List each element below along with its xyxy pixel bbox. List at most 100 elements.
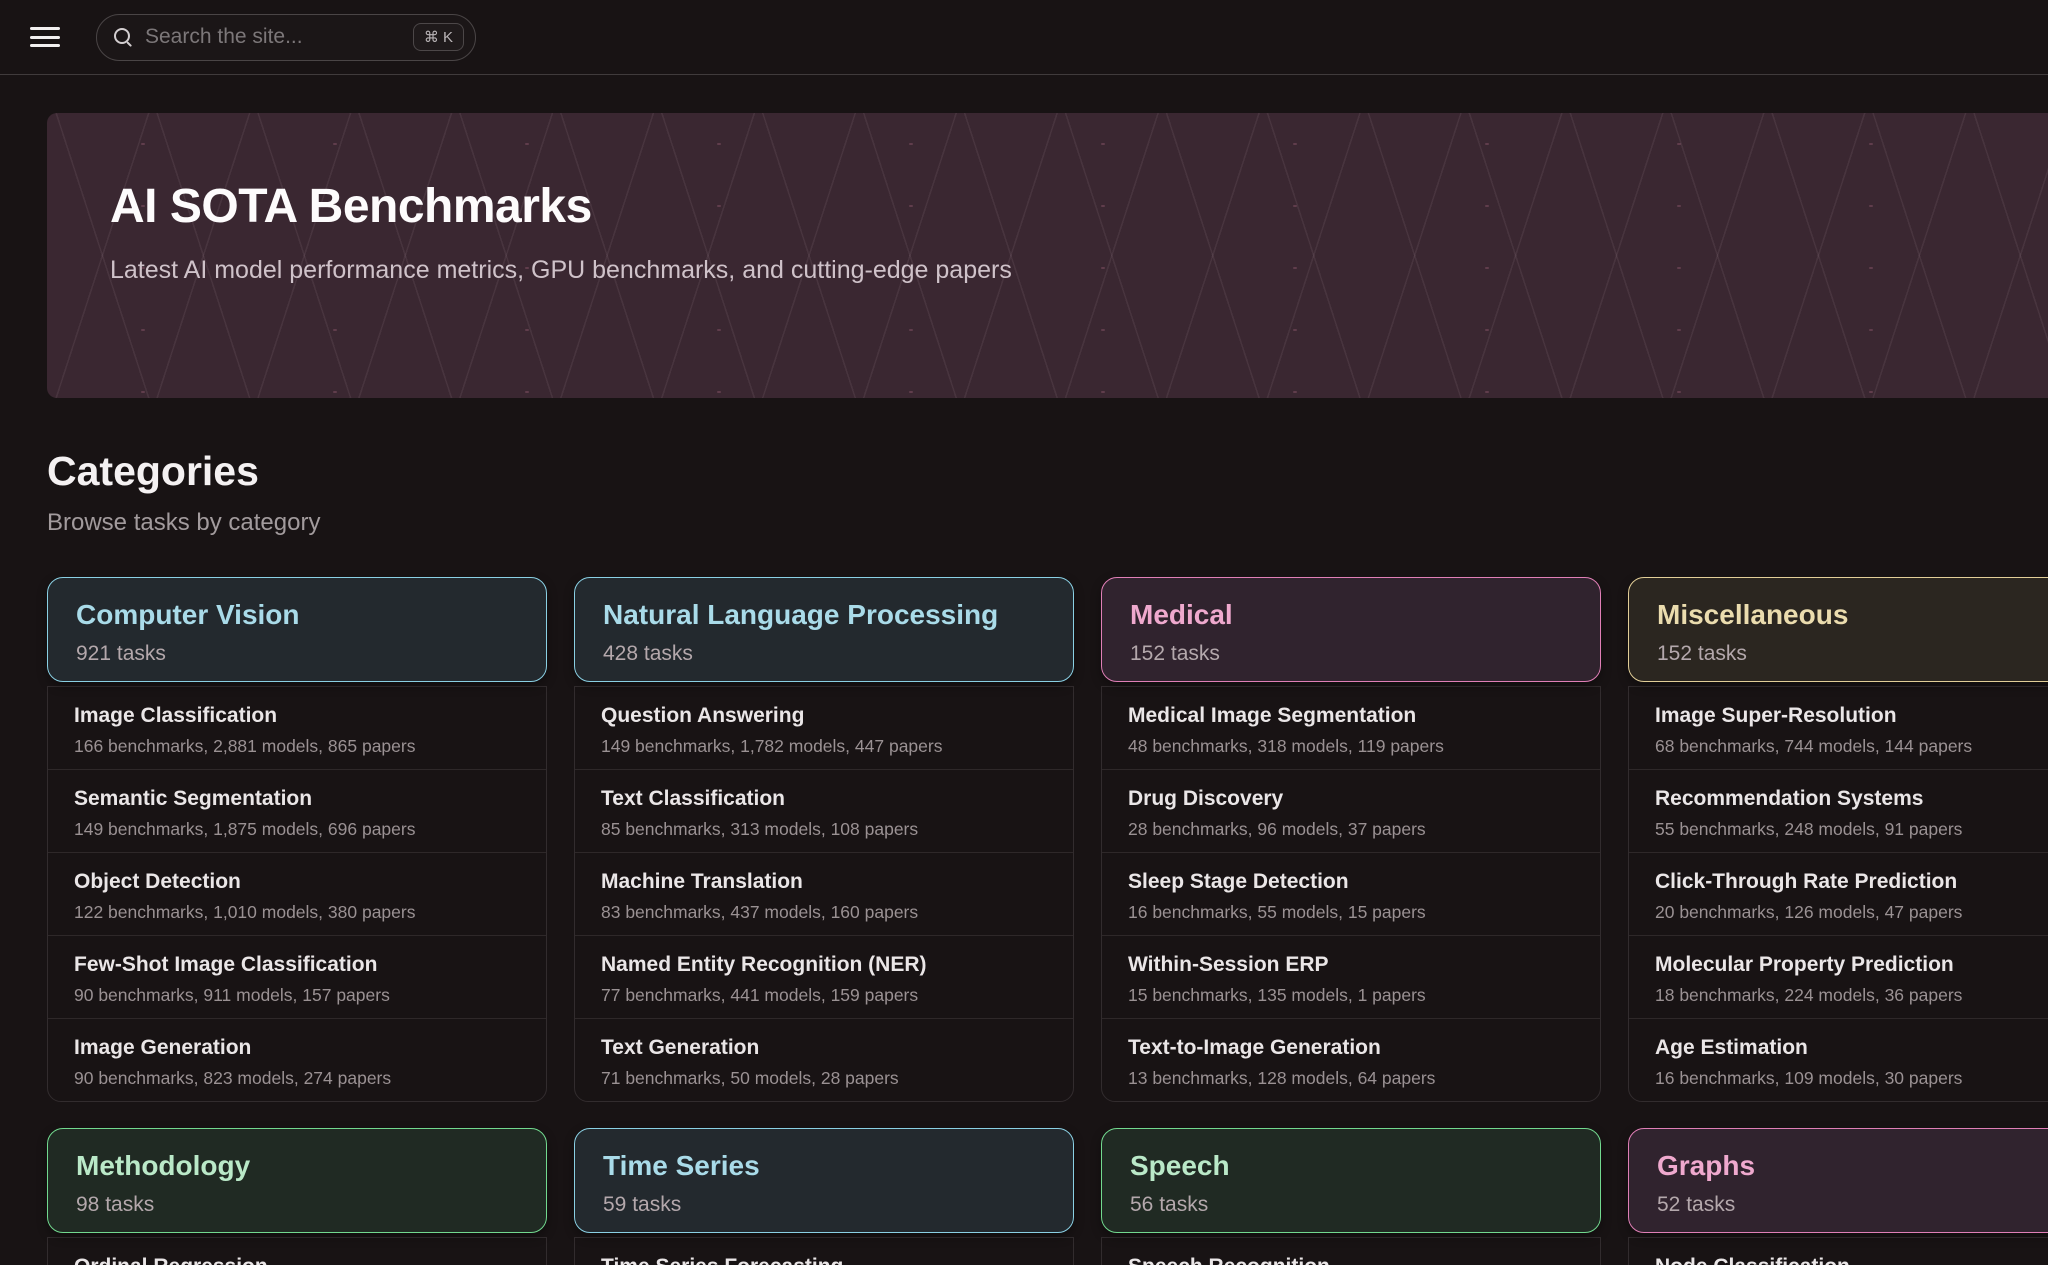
task-meta: 48 benchmarks, 318 models, 119 papers [1128,735,1574,757]
task-list: Node Classification [1628,1237,2048,1265]
task-list-item[interactable]: Object Detection 122 benchmarks, 1,010 m… [48,853,546,936]
task-title: Text Classification [601,785,1047,812]
category-task-count: 152 tasks [1657,642,2048,666]
categories-subheading: Browse tasks by category [47,509,2048,537]
task-list-item[interactable]: Age Estimation 16 benchmarks, 109 models… [1629,1019,2048,1101]
page-title: AI SOTA Benchmarks [110,179,2048,234]
task-meta: 55 benchmarks, 248 models, 91 papers [1655,818,2048,840]
category-header-link[interactable]: Medical 152 tasks [1101,577,1601,682]
task-title: Semantic Segmentation [74,785,520,812]
task-title: Machine Translation [601,868,1047,895]
task-list: Ordinal Regression [47,1237,547,1265]
category-title: Speech [1130,1149,1572,1183]
task-list-item[interactable]: Molecular Property Prediction 18 benchma… [1629,936,2048,1019]
task-meta: 122 benchmarks, 1,010 models, 380 papers [74,901,520,923]
task-list-item[interactable]: Click-Through Rate Prediction 20 benchma… [1629,853,2048,936]
category-card: Methodology 98 tasks Ordinal Regression [47,1128,547,1265]
task-meta: 85 benchmarks, 313 models, 108 papers [601,818,1047,840]
task-title: Few-Shot Image Classification [74,951,520,978]
task-title: Sleep Stage Detection [1128,868,1574,895]
task-title: Molecular Property Prediction [1655,951,2048,978]
page-content: AI SOTA Benchmarks Latest AI model perfo… [0,113,2048,1265]
task-meta: 20 benchmarks, 126 models, 47 papers [1655,901,2048,923]
category-task-count: 428 tasks [603,642,1045,666]
task-list-item[interactable]: Image Classification 166 benchmarks, 2,8… [48,687,546,770]
task-meta: 18 benchmarks, 224 models, 36 papers [1655,984,2048,1006]
task-meta: 77 benchmarks, 441 models, 159 papers [601,984,1047,1006]
task-title: Image Super-Resolution [1655,702,2048,729]
task-list-item[interactable]: Drug Discovery 28 benchmarks, 96 models,… [1102,770,1600,853]
task-list-item[interactable]: Named Entity Recognition (NER) 77 benchm… [575,936,1073,1019]
task-list-item[interactable]: Recommendation Systems 55 benchmarks, 24… [1629,770,2048,853]
task-list-item[interactable]: Semantic Segmentation 149 benchmarks, 1,… [48,770,546,853]
task-list-item[interactable]: Medical Image Segmentation 48 benchmarks… [1102,687,1600,770]
task-title: Drug Discovery [1128,785,1574,812]
task-list-item[interactable]: Speech Recognition [1102,1238,1600,1265]
task-list-item[interactable]: Machine Translation 83 benchmarks, 437 m… [575,853,1073,936]
task-list-item[interactable]: Text Generation 71 benchmarks, 50 models… [575,1019,1073,1101]
task-meta: 90 benchmarks, 823 models, 274 papers [74,1067,520,1089]
category-card: Speech 56 tasks Speech Recognition [1101,1128,1601,1265]
task-title: Object Detection [74,868,520,895]
task-title: Named Entity Recognition (NER) [601,951,1047,978]
category-task-count: 52 tasks [1657,1193,2048,1217]
category-task-count: 56 tasks [1130,1193,1572,1217]
task-title: Speech Recognition [1128,1253,1574,1265]
category-title: Time Series [603,1149,1045,1183]
task-title: Click-Through Rate Prediction [1655,868,2048,895]
task-title: Question Answering [601,702,1047,729]
category-header-link[interactable]: Miscellaneous 152 tasks [1628,577,2048,682]
category-header-link[interactable]: Graphs 52 tasks [1628,1128,2048,1233]
task-list-item[interactable]: Ordinal Regression [48,1238,546,1265]
task-list-item[interactable]: Text Classification 85 benchmarks, 313 m… [575,770,1073,853]
task-title: Image Generation [74,1034,520,1061]
task-meta: 166 benchmarks, 2,881 models, 865 papers [74,735,520,757]
task-list-item[interactable]: Node Classification [1629,1238,2048,1265]
category-card: Medical 152 tasks Medical Image Segmenta… [1101,577,1601,1102]
category-card: Miscellaneous 152 tasks Image Super-Reso… [1628,577,2048,1102]
task-list-item[interactable]: Image Generation 90 benchmarks, 823 mode… [48,1019,546,1101]
category-title: Methodology [76,1149,518,1183]
category-header-link[interactable]: Natural Language Processing 428 tasks [574,577,1074,682]
task-meta: 28 benchmarks, 96 models, 37 papers [1128,818,1574,840]
category-task-count: 98 tasks [76,1193,518,1217]
search-placeholder: Search the site... [145,25,413,49]
category-grid: Computer Vision 921 tasks Image Classifi… [47,577,2048,1265]
task-meta: 83 benchmarks, 437 models, 160 papers [601,901,1047,923]
task-title: Within-Session ERP [1128,951,1574,978]
category-title: Graphs [1657,1149,2048,1183]
task-list-item[interactable]: Within-Session ERP 15 benchmarks, 135 mo… [1102,936,1600,1019]
task-list: Question Answering 149 benchmarks, 1,782… [574,686,1074,1102]
task-meta: 16 benchmarks, 55 models, 15 papers [1128,901,1574,923]
category-header-link[interactable]: Speech 56 tasks [1101,1128,1601,1233]
task-title: Time Series Forecasting [601,1253,1047,1265]
category-header-link[interactable]: Methodology 98 tasks [47,1128,547,1233]
page-subtitle: Latest AI model performance metrics, GPU… [110,256,2048,285]
search-icon [113,27,133,47]
task-list-item[interactable]: Few-Shot Image Classification 90 benchma… [48,936,546,1019]
task-list-item[interactable]: Text-to-Image Generation 13 benchmarks, … [1102,1019,1600,1101]
task-meta: 149 benchmarks, 1,875 models, 696 papers [74,818,520,840]
task-list-item[interactable]: Question Answering 149 benchmarks, 1,782… [575,687,1073,770]
task-list: Speech Recognition [1101,1237,1601,1265]
hamburger-menu-icon[interactable] [30,27,60,47]
task-list: Time Series Forecasting [574,1237,1074,1265]
task-meta: 71 benchmarks, 50 models, 28 papers [601,1067,1047,1089]
category-title: Medical [1130,598,1572,632]
category-card: Time Series 59 tasks Time Series Forecas… [574,1128,1074,1265]
task-list: Image Classification 166 benchmarks, 2,8… [47,686,547,1102]
task-list-item[interactable]: Image Super-Resolution 68 benchmarks, 74… [1629,687,2048,770]
task-list-item[interactable]: Sleep Stage Detection 16 benchmarks, 55 … [1102,853,1600,936]
task-meta: 90 benchmarks, 911 models, 157 papers [74,984,520,1006]
task-meta: 149 benchmarks, 1,782 models, 447 papers [601,735,1047,757]
top-bar: Search the site... ⌘ K [0,0,2048,75]
category-task-count: 921 tasks [76,642,518,666]
category-header-link[interactable]: Time Series 59 tasks [574,1128,1074,1233]
site-search-input[interactable]: Search the site... ⌘ K [96,14,476,61]
task-list: Image Super-Resolution 68 benchmarks, 74… [1628,686,2048,1102]
hero-banner: AI SOTA Benchmarks Latest AI model perfo… [47,113,2048,398]
category-task-count: 152 tasks [1130,642,1572,666]
task-list-item[interactable]: Time Series Forecasting [575,1238,1073,1265]
category-title: Computer Vision [76,598,518,632]
category-header-link[interactable]: Computer Vision 921 tasks [47,577,547,682]
